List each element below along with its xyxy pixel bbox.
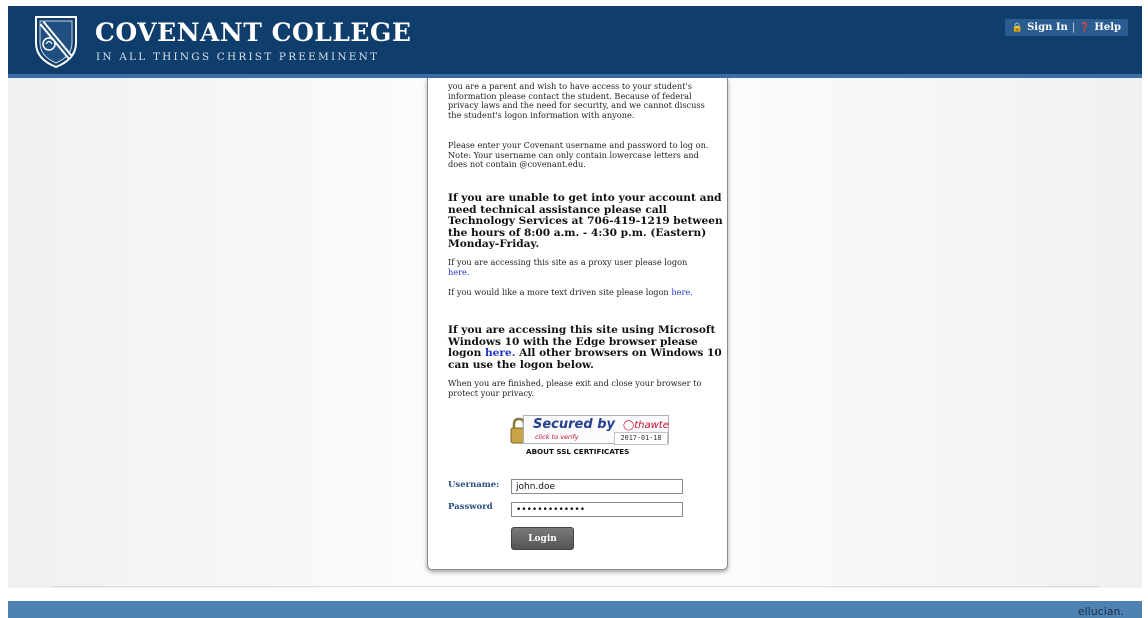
thawte-brand: ◯thawte [623, 420, 669, 431]
college-name[interactable]: COVENANT COLLEGE [95, 18, 411, 47]
content-divider [50, 586, 1100, 587]
username-label: Username: [448, 480, 500, 490]
password-label: Password [448, 502, 493, 512]
parent-access-notice: you are a parent and wish to have access… [448, 81, 705, 120]
utility-links: 🔒 Sign In | ❓ Help [1004, 19, 1128, 36]
site-footer: ellucian. [8, 601, 1142, 618]
ssl-verify-text: click to verify [535, 433, 579, 441]
edge-browser-notice: If you are accessing this site using Mic… [448, 324, 723, 371]
username-instructions: Please enter your Covenant username and … [448, 140, 709, 170]
ssl-secured-text: Secured by [533, 417, 615, 432]
login-panel: you are a parent and wish to have access… [427, 78, 728, 570]
proxy-logon-link[interactable]: here. [448, 267, 469, 277]
about-ssl-link[interactable]: ABOUT SSL CERTIFICATES [526, 447, 629, 456]
proxy-user-notice: If you are accessing this site as a prox… [448, 257, 710, 277]
help-icon: ❓ [1079, 22, 1091, 33]
college-shield-logo [35, 16, 77, 69]
lock-icon: 🔒 [1011, 22, 1024, 33]
utility-separator: | [1071, 22, 1076, 33]
ellucian-logo: ellucian. [1077, 605, 1124, 618]
text-site-link[interactable]: here. [671, 287, 692, 297]
password-input[interactable] [511, 502, 683, 517]
text-site-notice: If you would like a more text driven sit… [448, 287, 710, 298]
ssl-date: 2017-01-18 [614, 432, 668, 445]
login-button[interactable]: Login [511, 527, 574, 550]
ssl-seal-box: Secured by ◯thawte click to verify 2017-… [523, 415, 669, 445]
ssl-seal[interactable]: Secured by ◯thawte click to verify 2017-… [509, 415, 669, 447]
site-header: COVENANT COLLEGE IN ALL THINGS CHRIST PR… [8, 6, 1142, 78]
text-site-text: If you would like a more text driven sit… [448, 287, 669, 297]
sign-in-link[interactable]: Sign In [1027, 22, 1068, 33]
college-tagline: IN ALL THINGS CHRIST PREEMINENT [96, 51, 380, 63]
edge-logon-link[interactable]: here. [485, 347, 515, 359]
tech-support-notice: If you are unable to get into your accou… [448, 192, 723, 251]
privacy-exit-notice: When you are finished, please exit and c… [448, 378, 702, 398]
username-input[interactable] [511, 479, 683, 494]
help-link[interactable]: Help [1094, 22, 1121, 33]
proxy-user-text: If you are accessing this site as a prox… [448, 257, 688, 267]
